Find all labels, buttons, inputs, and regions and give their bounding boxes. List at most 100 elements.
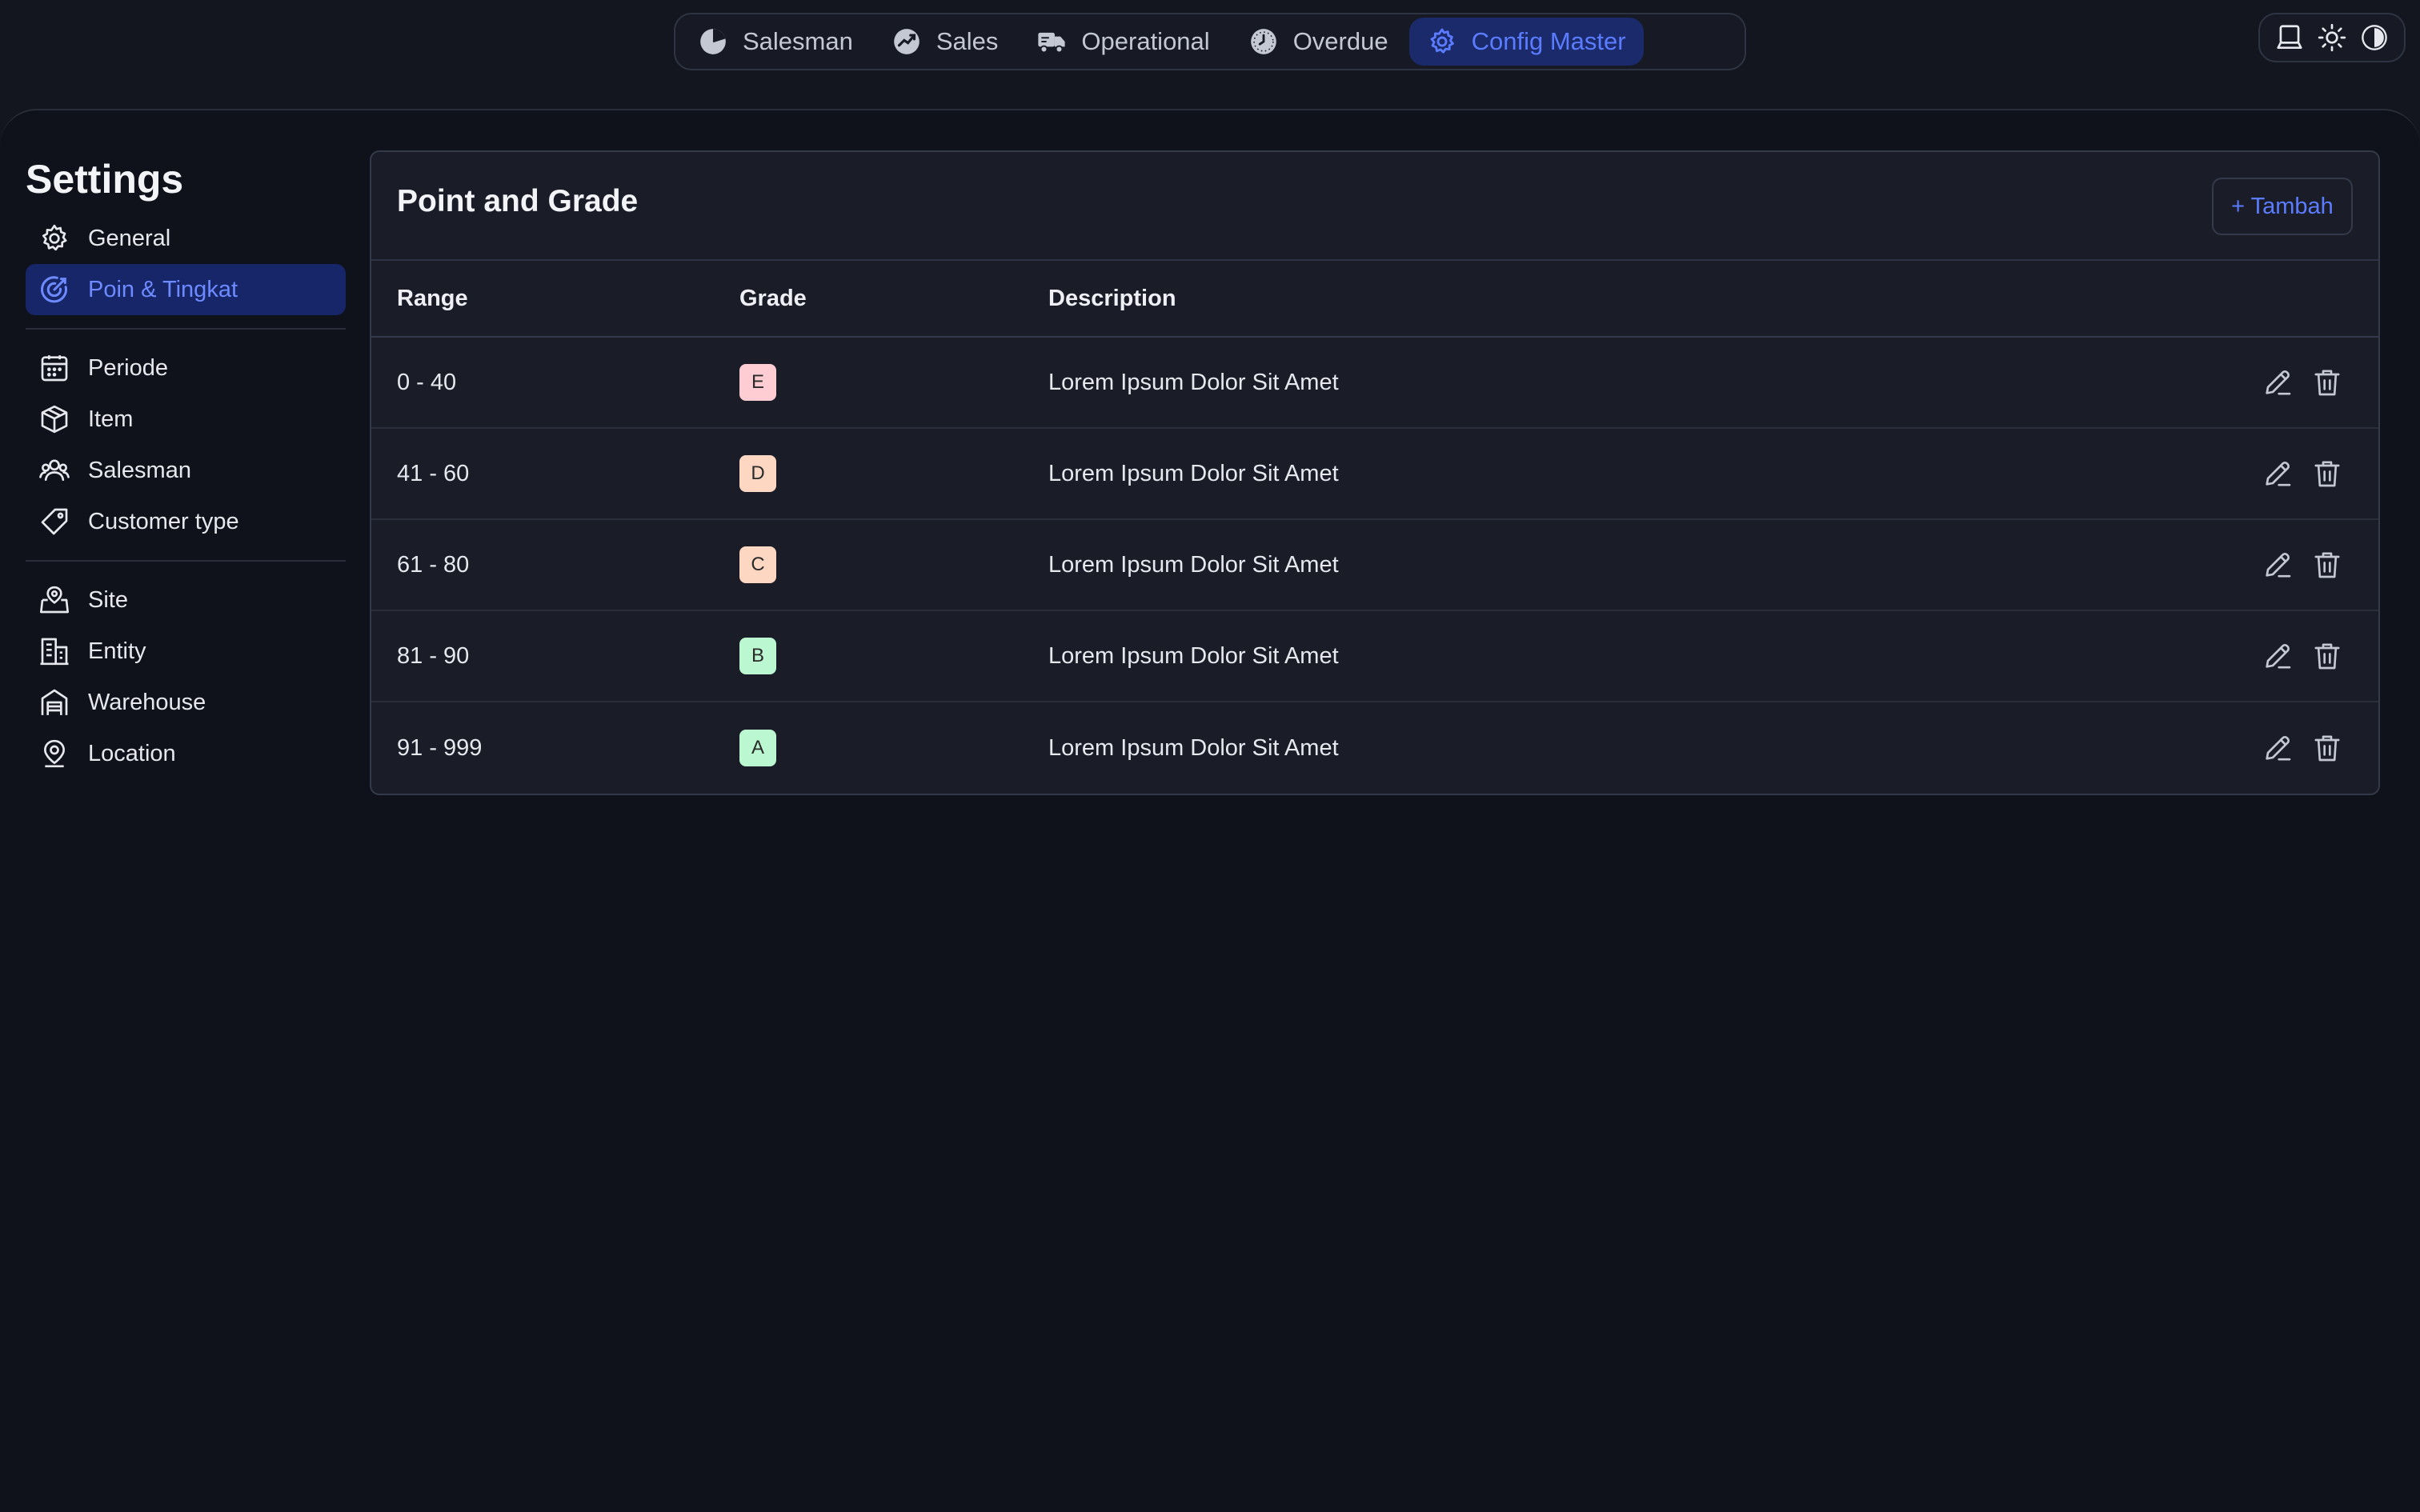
- sidebar-item-poin-tingkat[interactable]: Poin & Tingkat: [26, 264, 346, 315]
- trash-icon[interactable]: [2311, 458, 2343, 490]
- sidebar-title: Settings: [26, 157, 184, 202]
- tab-overdue[interactable]: Overdue: [1231, 18, 1406, 66]
- tab-label: Operational: [1081, 27, 1210, 55]
- grade-cell: C: [739, 546, 1048, 583]
- tab-label: Salesman: [743, 27, 853, 55]
- add-button[interactable]: + Tambah: [2212, 178, 2353, 235]
- box-icon: [38, 403, 70, 435]
- main-panel: Settings General Poin & Tingkat Periode …: [0, 109, 2420, 1512]
- grade-cell: A: [739, 730, 1048, 766]
- description-cell: Lorem Ipsum Dolor Sit Amet: [1048, 460, 1339, 486]
- sidebar-item-customer-type[interactable]: Customer type: [26, 496, 346, 547]
- tab-config-master[interactable]: Config Master: [1408, 18, 1644, 66]
- trash-icon[interactable]: [2311, 366, 2343, 398]
- pie-chart-icon: [698, 26, 728, 57]
- grade-cell: B: [739, 638, 1048, 674]
- sidebar-item-warehouse[interactable]: Warehouse: [26, 677, 346, 728]
- sidebar-item-entity[interactable]: Entity: [26, 626, 346, 677]
- contrast-icon[interactable]: [2359, 22, 2390, 53]
- tab-salesman[interactable]: Salesman: [680, 18, 871, 66]
- tab-label: Sales: [936, 27, 999, 55]
- row-actions: [2250, 366, 2378, 398]
- edit-icon[interactable]: [2262, 732, 2294, 764]
- table-header: Range Grade Description: [371, 261, 2378, 338]
- range-cell: 91 - 999: [397, 734, 483, 761]
- sidebar-item-location[interactable]: Location: [26, 728, 346, 779]
- sidebar-item-label: Location: [88, 740, 176, 766]
- truck-icon: [1036, 26, 1067, 57]
- card-title: Point and Grade: [397, 184, 639, 218]
- calendar-icon: [38, 352, 70, 384]
- trash-icon[interactable]: [2311, 549, 2343, 581]
- sidebar-item-site[interactable]: Site: [26, 574, 346, 626]
- theme-switcher: [2258, 13, 2406, 62]
- tab-sales[interactable]: Sales: [874, 18, 1016, 66]
- tab-label: Config Master: [1471, 27, 1626, 55]
- column-header-description: Description: [1048, 285, 1176, 311]
- sidebar-divider: [26, 560, 346, 562]
- sidebar-divider: [26, 328, 346, 330]
- trash-icon[interactable]: [2311, 732, 2343, 764]
- warehouse-icon: [38, 686, 70, 718]
- column-header-range: Range: [397, 285, 468, 311]
- tag-icon: [38, 506, 70, 538]
- building-icon: [38, 635, 70, 667]
- range-cell: 41 - 60: [397, 460, 470, 486]
- edit-icon[interactable]: [2262, 458, 2294, 490]
- location-pin-icon: [38, 738, 70, 770]
- sidebar-item-label: Warehouse: [88, 689, 206, 715]
- point-grade-card: Point and Grade + Tambah Range Grade Des…: [370, 150, 2380, 795]
- sidebar-item-salesman[interactable]: Salesman: [26, 445, 346, 496]
- gear-icon: [1427, 26, 1457, 57]
- card-header: Point and Grade + Tambah: [371, 152, 2378, 261]
- sidebar-item-item[interactable]: Item: [26, 394, 346, 445]
- range-cell: 81 - 90: [397, 642, 470, 669]
- grade-badge: E: [739, 364, 776, 401]
- table-row: 0 - 40 E Lorem Ipsum Dolor Sit Amet: [371, 338, 2378, 429]
- users-icon: [38, 454, 70, 486]
- grade-cell: D: [739, 455, 1048, 492]
- grade-cell: E: [739, 364, 1048, 401]
- range-cell: 0 - 40: [397, 369, 457, 395]
- table-row: 61 - 80 C Lorem Ipsum Dolor Sit Amet: [371, 520, 2378, 611]
- sidebar-item-label: Site: [88, 586, 128, 613]
- row-actions: [2250, 458, 2378, 490]
- edit-icon[interactable]: [2262, 549, 2294, 581]
- table-row: 91 - 999 A Lorem Ipsum Dolor Sit Amet: [371, 702, 2378, 794]
- description-cell: Lorem Ipsum Dolor Sit Amet: [1048, 551, 1339, 578]
- laptop-icon[interactable]: [2274, 22, 2305, 53]
- grade-badge: B: [739, 638, 776, 674]
- grade-badge: C: [739, 546, 776, 583]
- trash-icon[interactable]: [2311, 640, 2343, 672]
- site-icon: [38, 584, 70, 616]
- sidebar-item-label: Periode: [88, 354, 168, 381]
- settings-sidebar: Settings General Poin & Tingkat Periode …: [26, 154, 346, 779]
- sidebar-item-label: Entity: [88, 638, 146, 664]
- sidebar-item-periode[interactable]: Periode: [26, 342, 346, 394]
- description-cell: Lorem Ipsum Dolor Sit Amet: [1048, 642, 1339, 669]
- sidebar-item-label: General: [88, 225, 171, 251]
- sidebar-item-label: Salesman: [88, 457, 191, 483]
- table-row: 81 - 90 B Lorem Ipsum Dolor Sit Amet: [371, 611, 2378, 702]
- tab-operational[interactable]: Operational: [1019, 18, 1227, 66]
- column-header-grade: Grade: [739, 285, 807, 311]
- edit-icon[interactable]: [2262, 366, 2294, 398]
- row-actions: [2250, 732, 2378, 764]
- edit-icon[interactable]: [2262, 640, 2294, 672]
- description-cell: Lorem Ipsum Dolor Sit Amet: [1048, 734, 1339, 761]
- sidebar-item-general[interactable]: General: [26, 213, 346, 264]
- row-actions: [2250, 549, 2378, 581]
- sidebar-item-label: Customer type: [88, 508, 239, 534]
- trend-chart-icon: [891, 26, 922, 57]
- top-navigation: Salesman Sales Operational Overdue Confi…: [674, 13, 1746, 70]
- clock-icon: [1248, 26, 1279, 57]
- range-cell: 61 - 80: [397, 551, 470, 578]
- table-row: 41 - 60 D Lorem Ipsum Dolor Sit Amet: [371, 429, 2378, 520]
- sun-icon[interactable]: [2317, 22, 2347, 53]
- grade-badge: A: [739, 730, 776, 766]
- sidebar-item-label: Item: [88, 406, 134, 432]
- description-cell: Lorem Ipsum Dolor Sit Amet: [1048, 369, 1339, 395]
- sidebar-item-label: Poin & Tingkat: [88, 276, 238, 302]
- row-actions: [2250, 640, 2378, 672]
- gear-icon: [38, 222, 70, 254]
